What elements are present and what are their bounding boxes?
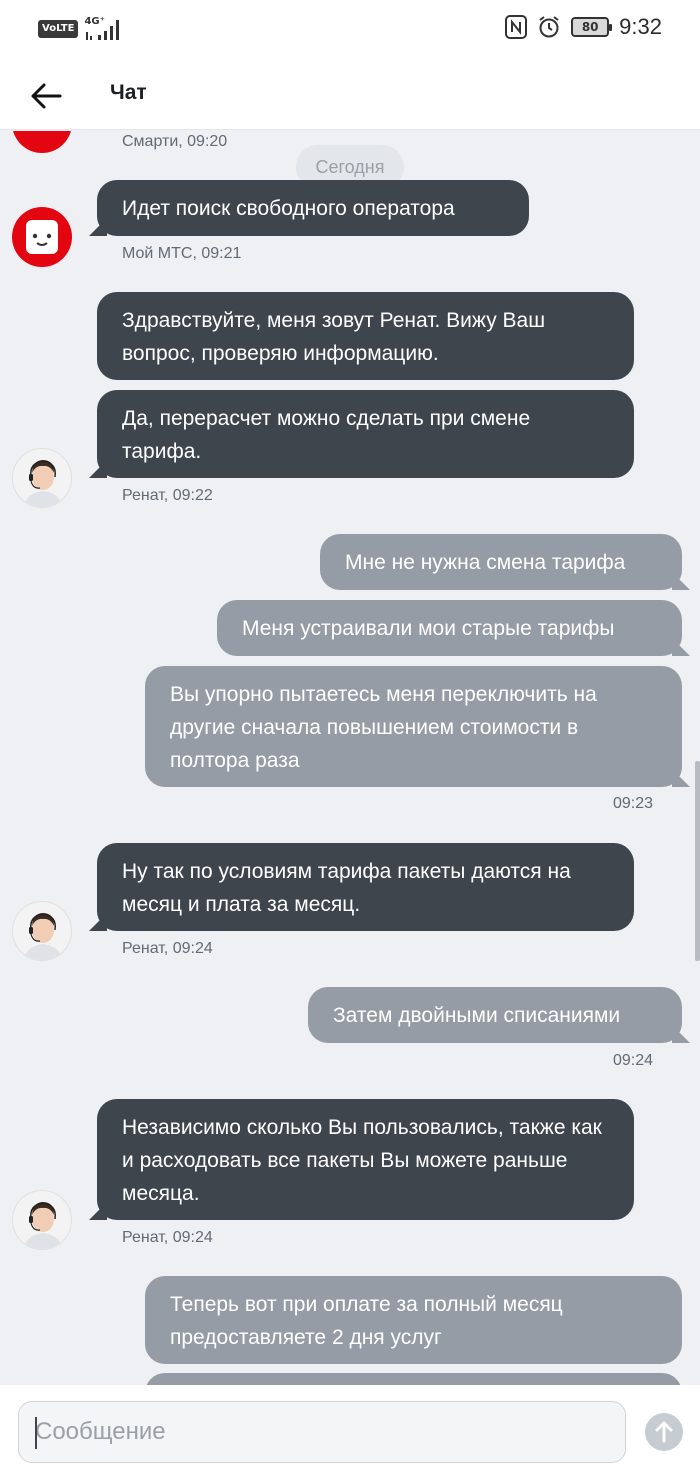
- status-time: 9:32: [619, 14, 662, 39]
- message-outgoing: Затем двойными списаниями: [308, 987, 682, 1043]
- send-button[interactable]: [645, 1413, 683, 1451]
- message-outgoing: Теперь вот при оплате за полный месяц пр…: [145, 1276, 682, 1364]
- chat-area[interactable]: Смарти, 09:20 Сегодня Идет поиск свободн…: [0, 131, 700, 1385]
- message-outgoing-partial: [145, 1373, 682, 1385]
- status-bar: VoLTE 4G⁺ 80 9:32: [0, 0, 700, 60]
- message-incoming: Ну так по условиям тарифа пакеты даются …: [97, 843, 634, 931]
- scrollbar[interactable]: [695, 761, 700, 961]
- avatar-operator: [12, 448, 72, 508]
- message-outgoing: Меня устраивали мои старые тарифы: [217, 600, 682, 656]
- message-text: Меня устраивали мои старые тарифы: [242, 617, 615, 640]
- message-input-wrapper: [18, 1401, 626, 1463]
- battery-indicator: 80: [571, 17, 613, 37]
- message-incoming: Здравствуйте, меня зовут Ренат. Вижу Ваш…: [97, 292, 634, 380]
- text-caret: [35, 1417, 37, 1449]
- message-text: Мне не нужна смена тарифа: [345, 551, 626, 574]
- message-text: Ну так по условиям тарифа пакеты даются …: [122, 860, 571, 916]
- message-incoming: Идет поиск свободного оператора: [97, 180, 529, 236]
- volte-badge: VoLTE: [38, 20, 79, 38]
- status-left: VoLTE 4G⁺: [38, 16, 126, 42]
- message-outgoing: Мне не нужна смена тарифа: [320, 534, 682, 590]
- message-text: Независимо сколько Вы пользовались, такж…: [122, 1116, 602, 1205]
- message-text: Да, перерасчет можно сделать при смене т…: [122, 407, 531, 463]
- message-meta: 09:24: [613, 1052, 654, 1069]
- nfc-icon: [505, 15, 528, 39]
- signal-icon: 4G⁺: [84, 16, 126, 42]
- avatar-operator: [12, 1190, 72, 1250]
- page-title: Чат: [110, 81, 147, 104]
- message-text: Идет поиск свободного оператора: [122, 197, 455, 220]
- message-text: Теперь вот при оплате за полный месяц пр…: [170, 1293, 563, 1349]
- arrow-left-icon: [31, 83, 62, 109]
- message-text: Вы упорно пытаетесь меня переключить на …: [170, 683, 597, 772]
- message-text: Здравствуйте, меня зовут Ренат. Вижу Ваш…: [122, 309, 546, 365]
- message-meta: Мой МТС, 09:21: [122, 245, 242, 262]
- arrow-up-icon: [655, 1421, 673, 1443]
- message-meta: Ренат, 09:22: [122, 487, 213, 504]
- avatar-operator: [12, 901, 72, 961]
- app-header: Чат: [0, 60, 700, 130]
- message-outgoing: Вы упорно пытаетесь меня переключить на …: [145, 666, 682, 787]
- message-incoming: Да, перерасчет можно сделать при смене т…: [97, 390, 634, 478]
- message-meta: Ренат, 09:24: [122, 940, 213, 957]
- message-text: Затем двойными списаниями: [333, 1004, 621, 1027]
- message-incoming: Независимо сколько Вы пользовались, такж…: [97, 1099, 634, 1220]
- message-meta: 09:23: [613, 795, 654, 812]
- message-meta: Ренат, 09:24: [122, 1229, 213, 1246]
- message-meta: Смарти, 09:20: [122, 133, 228, 150]
- message-input[interactable]: [35, 1402, 609, 1462]
- avatar-mts: [12, 207, 72, 267]
- back-button[interactable]: [26, 76, 66, 116]
- status-right: 80 9:32: [505, 14, 662, 40]
- alarm-icon: [539, 16, 559, 38]
- composer-bar: [0, 1385, 700, 1478]
- avatar-smarti: [12, 131, 72, 153]
